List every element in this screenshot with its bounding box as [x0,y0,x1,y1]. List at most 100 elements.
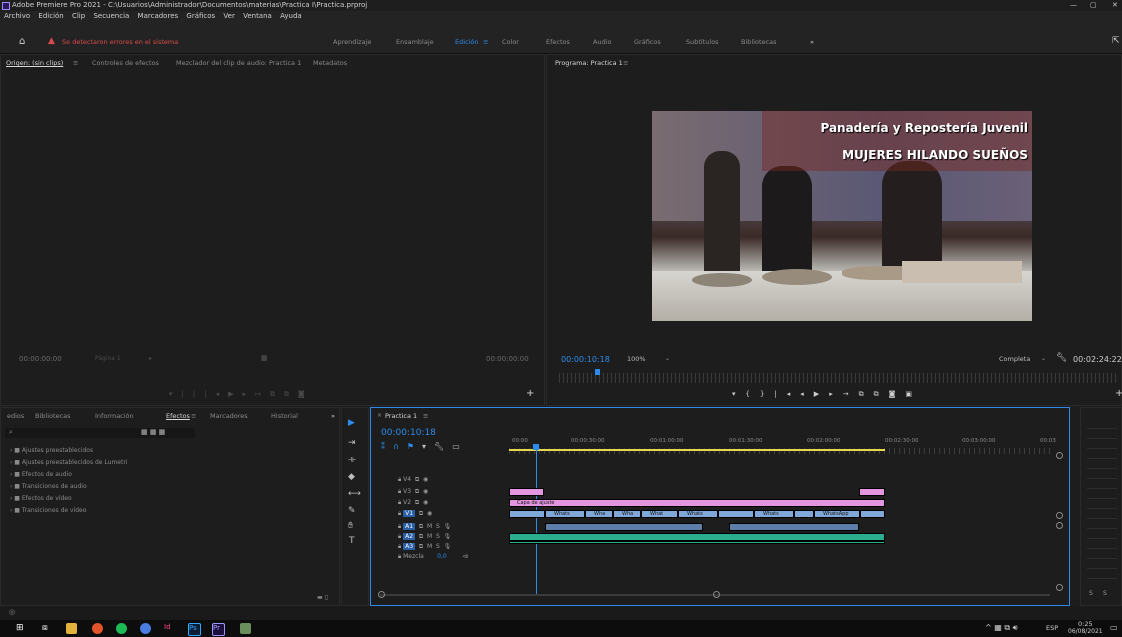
menu-secuencia[interactable]: Secuencia [93,12,129,20]
language-indicator[interactable]: ESP [1046,624,1058,632]
razor-tool-icon[interactable]: ◆ [348,472,355,482]
clip-a3[interactable] [509,541,885,544]
clip-v1[interactable]: Whats [678,510,718,518]
timeline-timecode[interactable]: 00:00:10:18 [381,428,436,438]
more-tabs-button[interactable]: » [331,412,335,420]
clip-v1[interactable] [509,510,545,518]
add-button[interactable]: + [1115,388,1122,399]
clip-a1[interactable] [729,523,859,531]
tab-efectos[interactable]: Efectos [546,38,570,46]
tab-graficos[interactable]: Gráficos [634,38,661,46]
eye-icon[interactable]: ◉ [423,476,428,483]
solo-label[interactable]: S [1103,590,1107,597]
selection-tool-icon[interactable]: ▶ [348,418,355,428]
tab-subtitulos[interactable]: Subtítulos [686,38,719,46]
tab-bibliotecas-panel[interactable]: Bibliotecas [35,412,70,420]
tree-item[interactable]: › ■ Transiciones de vídeo [10,507,86,514]
spotify-icon[interactable] [116,623,127,634]
home-icon[interactable]: ⌂ [19,36,25,47]
minimize-button[interactable]: — [1070,0,1077,11]
lock-icon[interactable]: 🔒︎ [398,553,401,560]
chrome-icon[interactable] [140,623,151,634]
error-message[interactable]: Se detectaron errores en el sistema [62,38,178,46]
solo-label[interactable]: S [1089,590,1093,597]
tab-mezclador-clip[interactable]: Mezclador del clip de audio: Practica 1 [176,59,301,67]
tab-efectos-panel[interactable]: Efectos [166,412,190,420]
tree-item[interactable]: › ■ Transiciones de audio [10,483,87,490]
lock-icon[interactable]: 🔒︎ [398,476,401,483]
clip-a1[interactable] [545,523,703,531]
share-icon[interactable]: ⇱ [1112,36,1120,46]
mic-icon[interactable]: 🎙︎ [444,533,452,540]
status-icon[interactable]: ◎ [9,608,15,616]
tab-color[interactable]: Color [502,38,519,46]
playhead-marker[interactable] [595,369,600,375]
clip-v1[interactable] [794,510,814,518]
scrollbar-handle[interactable] [378,591,385,598]
menu-ayuda[interactable]: Ayuda [280,12,302,20]
timeline-tool-icons[interactable]: ⁑∩⚑▾🔧︎▭ [381,442,468,451]
more-workspaces-button[interactable]: » [810,38,814,46]
scrollbar-handle[interactable] [713,591,720,598]
notification-icon[interactable]: ▭ [1110,623,1118,632]
effects-search-input[interactable] [5,428,195,438]
source-timecode[interactable]: 00:00:00:00 [19,355,62,363]
chevron-down-icon[interactable]: ⌄ [665,355,670,362]
tree-item[interactable]: › ■ Ajustes preestablecidos [10,447,93,454]
panel-menu-icon[interactable]: ≡ [73,59,78,67]
adjustment-clip[interactable]: Capa de ajuste [509,499,885,507]
close-sequence-icon[interactable]: × [377,412,382,419]
tab-metadatos[interactable]: Metadatos [313,59,347,67]
clip-a2[interactable] [509,533,885,541]
tab-controles-efectos[interactable]: Controles de efectos [92,59,159,67]
clip-v3[interactable] [859,488,885,496]
lock-icon[interactable]: 🔒︎ [398,533,401,540]
menu-graficos[interactable]: Gráficos [186,12,215,20]
menu-archivo[interactable]: Archivo [4,12,30,20]
tab-ensamblaje[interactable]: Ensamblaje [396,38,434,46]
clip-v1[interactable] [860,510,885,518]
preset-filter-icons[interactable]: ▦ ▦ ▦ [141,428,165,436]
system-tray-icons[interactable]: ^ ▦ ⧉ 🔊︎ [985,623,1018,633]
task-view-icon[interactable]: ⧈ [42,623,53,634]
menu-lines-icon[interactable]: ≡ [483,38,488,46]
track-select-tool-icon[interactable]: ⇥ [348,438,356,448]
brave-browser-icon[interactable] [92,623,103,634]
clip-v1[interactable]: Wha [585,510,613,518]
tab-edicion[interactable]: Edición [455,38,479,46]
program-title[interactable]: Programa: Practica 1 [555,59,623,67]
pen-tool-icon[interactable]: ✎ [348,506,356,516]
lock-icon[interactable]: 🔒︎ [398,499,401,506]
mix-end-icon[interactable]: ⧏ [462,553,468,560]
tree-item[interactable]: › ■ Ajustes preestablecidos de Lumetri [10,459,127,466]
tab-bibliotecas[interactable]: Bibliotecas [741,38,776,46]
timeline-scroll-circle[interactable] [1056,512,1063,519]
hand-tool-icon[interactable]: ✋︎ [348,521,353,531]
close-button[interactable]: ✕ [1112,0,1118,11]
playhead-marker[interactable] [533,444,539,450]
clip-v1[interactable]: What [641,510,678,518]
ripple-edit-tool-icon[interactable]: ⟛ [348,455,356,465]
tab-origen[interactable]: Origen: (sin clips) [6,59,63,67]
menu-ver[interactable]: Ver [223,12,234,20]
program-scrub-bar[interactable] [559,373,1119,383]
type-tool-icon[interactable]: T [349,536,355,546]
tree-item[interactable]: › ■ Efectos de audio [10,471,72,478]
menu-marcadores[interactable]: Marcadores [138,12,179,20]
lock-icon[interactable]: 🔒︎ [398,510,401,517]
clip-v1[interactable]: Whats [754,510,794,518]
clock-date[interactable]: 06/08/2021 [1068,628,1103,635]
sequence-tab[interactable]: Practica 1 [385,412,417,420]
mic-icon[interactable]: 🎙︎ [444,543,452,550]
new-bin-icon[interactable]: ▬ ▯ [317,594,328,601]
photoshop-icon[interactable]: Ps [188,623,201,636]
tree-item[interactable]: › ■ Efectos de vídeo [10,495,72,502]
eye-icon[interactable]: ◉ [427,510,432,517]
file-explorer-icon[interactable] [66,623,77,634]
eye-icon[interactable]: ◉ [423,488,428,495]
clock-time[interactable]: 0:25 [1078,620,1093,628]
wrench-icon[interactable]: 🔧︎ [1056,353,1067,363]
mic-icon[interactable]: 🎙︎ [444,523,452,530]
zoom-select[interactable]: 100% [627,355,646,363]
timeline-scroll-circle[interactable] [1056,522,1063,529]
